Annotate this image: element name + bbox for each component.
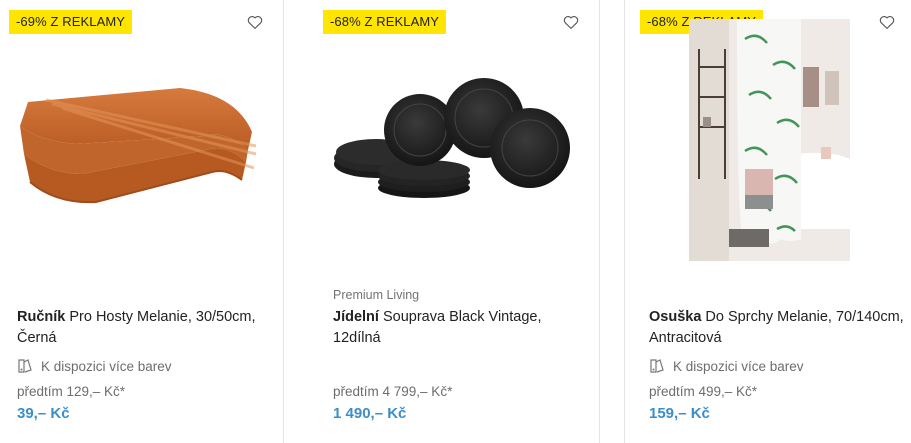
current-price: 159,– Kč (649, 405, 710, 422)
color-variants-icon (17, 358, 33, 374)
previous-price: předtím 499,– Kč* (649, 384, 758, 399)
color-variants-note: K dispozici více barev (649, 358, 804, 374)
wishlist-heart-icon[interactable] (878, 13, 896, 31)
towel-image[interactable] (16, 70, 258, 210)
product-card-towel[interactable]: -69% Z REKLAMY Ručník Pro Hosty Melanie,… (0, 0, 283, 443)
color-variants-note: K dispozici více barev (17, 358, 172, 374)
product-title[interactable]: Jídelní Souprava Black Vintage, 12dílná (333, 307, 588, 349)
dinnerware-set-image[interactable] (332, 78, 577, 200)
product-title-bold: Ručník (17, 309, 66, 325)
product-card-dinnerware[interactable]: -68% Z REKLAMY Premium Living Jídelní So… (284, 0, 599, 443)
product-title-bold: Osuška (649, 309, 702, 325)
current-price: 39,– Kč (17, 405, 70, 422)
product-title[interactable]: Osuška Do Sprchy Melanie, 70/140cm, Antr… (649, 307, 904, 349)
color-variants-icon (649, 358, 665, 374)
discount-badge: -69% Z REKLAMY (9, 10, 133, 34)
product-card-bath-towel[interactable]: -68% Z REKLAMY (625, 0, 911, 443)
product-title[interactable]: Ručník Pro Hosty Melanie, 30/50cm, Černá (17, 307, 272, 349)
shower-curtain-image[interactable] (689, 19, 850, 261)
current-price: 1 490,– Kč (333, 405, 407, 422)
product-brand: Premium Living (333, 288, 420, 302)
color-variants-text: K dispozici více barev (673, 358, 804, 374)
wishlist-heart-icon[interactable] (562, 13, 580, 31)
wishlist-heart-icon[interactable] (246, 13, 264, 31)
previous-price: předtím 129,– Kč* (17, 384, 126, 399)
color-variants-text: K dispozici více barev (41, 358, 172, 374)
discount-badge: -68% Z REKLAMY (323, 10, 447, 34)
previous-price: předtím 4 799,– Kč* (333, 384, 453, 399)
product-grid: -69% Z REKLAMY Ručník Pro Hosty Melanie,… (0, 0, 911, 443)
card-divider (599, 0, 600, 443)
product-title-bold: Jídelní (333, 309, 379, 325)
